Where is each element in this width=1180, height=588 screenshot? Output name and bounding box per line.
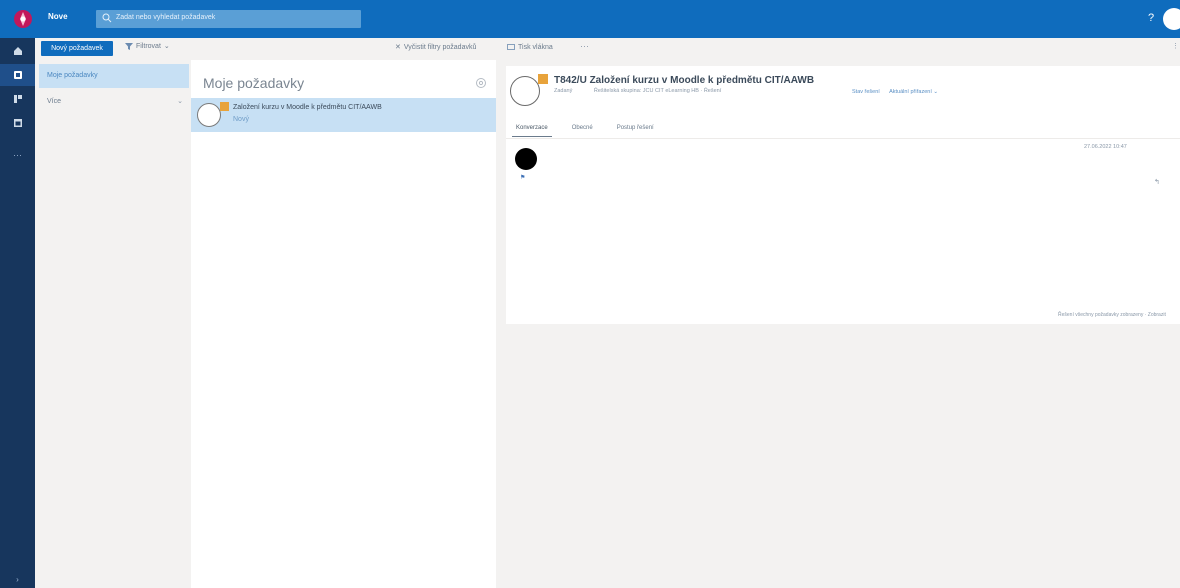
request-detail-card: T842/U Založení kurzu v Moodle k předmět… (506, 66, 1180, 324)
list-item-status: Nový (233, 116, 249, 123)
avatar (515, 148, 537, 170)
divider (506, 138, 1180, 139)
overflow-menu-icon[interactable]: ⋮ (1172, 42, 1179, 50)
search-icon (102, 13, 112, 23)
request-meta: Zadaný Řešitelská skupina: JCU CIT eLear… (554, 88, 741, 94)
message-timestamp: 27.06.2022 10:47 (1084, 144, 1127, 150)
request-status: Zadaný (554, 88, 573, 94)
app-header: Nove Zadat nebo vyhledat požadavek ? (0, 0, 1180, 38)
request-links: Stav řešení Aktuální přiřazení ⌄ (852, 89, 946, 95)
more-apps-icon[interactable]: ··· (0, 150, 35, 160)
folder-pane: Moje požadavky Více ⌄ (35, 60, 189, 588)
chevron-down-icon[interactable]: ⌄ (177, 97, 183, 105)
folder-item-label: Moje požadavky (47, 72, 98, 79)
list-item-title: Založení kurzu v Moodle k předmětu CIT/A… (233, 104, 382, 111)
avatar (197, 103, 221, 127)
calendar-icon[interactable] (0, 112, 35, 134)
request-title: T842/U Založení kurzu v Moodle k předmět… (554, 75, 815, 86)
tab-conversation[interactable]: Konverzace (512, 123, 552, 137)
print-icon (507, 44, 515, 50)
list-item[interactable]: Založení kurzu v Moodle k předmětu CIT/A… (191, 98, 496, 132)
tab-resolution[interactable]: Postup řešení (613, 123, 658, 137)
folder-item-label: Více (47, 98, 62, 105)
status-flag-icon (538, 74, 548, 84)
list-title: Moje požadavky (203, 75, 305, 91)
board-icon[interactable] (0, 88, 35, 110)
app-brand[interactable]: Nove (48, 12, 68, 21)
app-rail: ··· › (0, 38, 35, 588)
search-placeholder: Zadat nebo vyhledat požadavek (116, 14, 216, 21)
conversation-footer[interactable]: Řešení všechny požadavky zobrazeny · Zob… (1058, 312, 1166, 318)
assignment-link[interactable]: Aktuální přiřazení ⌄ (889, 89, 938, 95)
print-thread-label: Tisk vlákna (518, 43, 553, 51)
home-icon[interactable] (0, 40, 35, 62)
status-flag-icon (220, 102, 229, 111)
reading-pane: T842/U Založení kurzu v Moodle k předmět… (500, 60, 1180, 588)
filter-button[interactable]: Filtrovat ⌄ (125, 42, 170, 50)
status-link[interactable]: Stav řešení (852, 89, 880, 95)
clear-filters-label: Vyčistit filtry požadavků (403, 43, 477, 51)
help-icon[interactable]: ? (1148, 12, 1154, 24)
more-actions-icon[interactable]: ··· (580, 41, 589, 51)
command-bar: Nový požadavek Filtrovat ⌄ ✕ Vyčistit fi… (35, 38, 1180, 58)
gear-icon[interactable] (475, 77, 487, 89)
print-thread-button[interactable]: Tisk vlákna (507, 43, 553, 51)
expand-rail-icon[interactable]: › (0, 575, 35, 584)
reply-icon[interactable]: ↰ (1154, 178, 1160, 186)
request-list-pane: Moje požadavky Založení kurzu v Moodle k… (191, 60, 496, 588)
filter-label: Filtrovat (136, 42, 161, 50)
search-input[interactable]: Zadat nebo vyhledat požadavek (96, 10, 361, 28)
clear-filters-button[interactable]: ✕ Vyčistit filtry požadavků (395, 43, 477, 52)
requests-icon[interactable] (0, 64, 35, 86)
chevron-down-icon: ⌄ (163, 43, 170, 50)
app-logo-icon[interactable] (8, 4, 38, 34)
flag-icon: ⚑ (520, 175, 526, 181)
detail-tabs: Konverzace Obecné Postup řešení (512, 123, 658, 137)
folder-item-more[interactable]: Více ⌄ (39, 90, 189, 114)
close-icon: ✕ (395, 44, 401, 51)
request-group: Řešitelská skupina: JCU CIT eLearning HB… (593, 88, 722, 94)
tab-general[interactable]: Obecné (568, 123, 597, 137)
avatar (510, 76, 540, 106)
folder-item-my-requests[interactable]: Moje požadavky (39, 64, 189, 88)
new-request-button[interactable]: Nový požadavek (41, 41, 113, 56)
avatar[interactable] (1163, 8, 1180, 30)
filter-icon (125, 43, 133, 50)
